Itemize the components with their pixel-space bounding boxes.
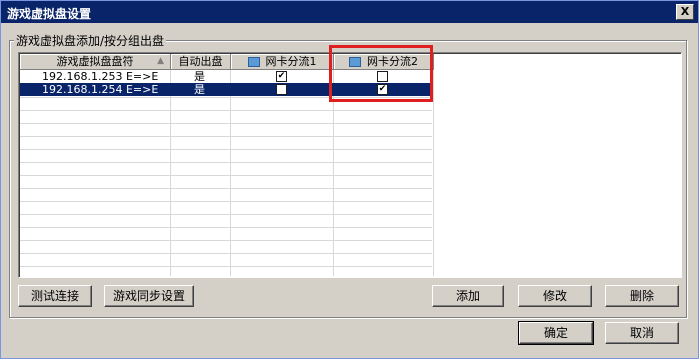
network-card-icon [247,57,260,67]
grid-line [20,188,432,189]
grid-line [433,70,434,276]
grid-line [20,253,432,254]
title-bar[interactable]: 游戏虚拟盘设置 X [1,1,698,23]
column-header-disk[interactable]: 游戏虚拟盘盘符 ▲ [20,54,171,70]
sort-up-icon: ▲ [157,56,164,66]
auto-cell: 是 [194,70,205,83]
delete-button[interactable]: 删除 [605,285,679,307]
game-sync-settings-button[interactable]: 游戏同步设置 [104,285,194,307]
column-label: 网卡分流1 [265,55,317,68]
ok-button[interactable]: 确定 [518,321,594,345]
grid-line [20,266,432,267]
nic1-checkbox[interactable]: ✔ [276,71,287,82]
grid-line [20,214,432,215]
disk-name-cell: 192.168.1.253 E=>E [42,70,159,83]
column-label: 游戏虚拟盘盘符 [56,55,134,68]
highlight-annotation [329,45,433,102]
close-button[interactable]: X [676,4,694,20]
auto-cell: 是 [194,83,205,96]
test-connection-button[interactable]: 测试连接 [18,285,92,307]
group-label: 游戏虚拟盘添加/按分组出盘 [14,32,167,49]
add-button[interactable]: 添加 [432,285,504,307]
column-label: 自动出盘 [178,55,223,68]
nic1-checkbox[interactable] [276,84,287,95]
grid-line [20,240,432,241]
grid-line [20,149,432,150]
column-header-auto[interactable]: 自动出盘 [171,54,231,70]
grid-line [170,70,171,276]
disk-name-cell: 192.168.1.254 E=>E [42,83,159,96]
grid-line [20,201,432,202]
grid-line [20,227,432,228]
grid-line [20,175,432,176]
window-title: 游戏虚拟盘设置 [7,7,92,21]
grid-line [20,162,432,163]
grid-line [20,123,432,124]
grid-line [20,110,432,111]
grid-line [20,136,432,137]
column-header-nic1[interactable]: 网卡分流1 [231,54,334,70]
cancel-button[interactable]: 取消 [605,322,679,344]
modify-button[interactable]: 修改 [518,285,592,307]
grid-line [230,70,231,276]
